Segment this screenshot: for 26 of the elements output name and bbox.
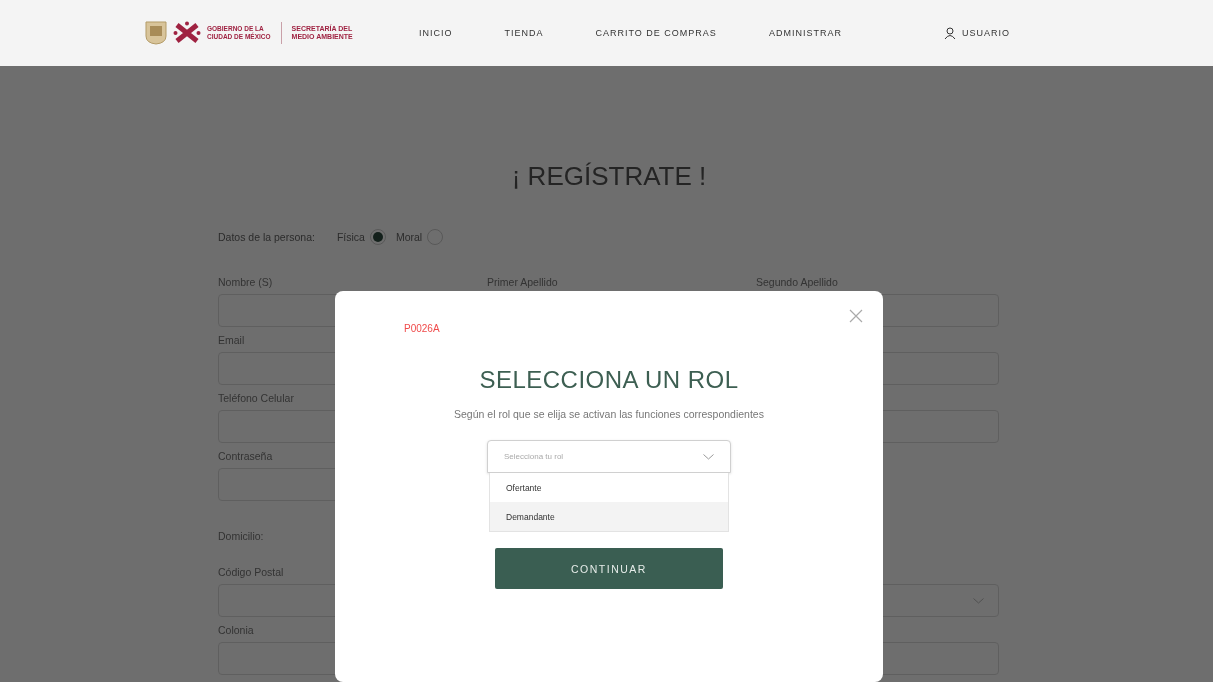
user-icon <box>943 27 956 39</box>
modal-subtitle: Según el rol que se elija se activan las funciones correspondientes <box>454 408 764 420</box>
page-code: P0026A <box>404 323 440 334</box>
section-label: Domicilio: <box>218 530 264 542</box>
field-label: Código Postal <box>218 565 285 579</box>
page-title: ¡ REGÍSTRATE ! <box>510 161 708 191</box>
dropdown-option[interactable]: Demandante <box>490 502 728 531</box>
field-label: Nombre (S) <box>218 275 274 289</box>
nav-link[interactable]: TIENDA <box>504 28 544 38</box>
field-label: Colonia <box>218 623 255 637</box>
chevron-down-icon <box>703 453 714 460</box>
cross-logo-icon <box>173 21 201 45</box>
field-label: Datos de la persona: <box>218 231 315 243</box>
modal-title: SELECCIONA UN ROL <box>479 366 739 394</box>
nav-link[interactable]: ADMINISTRAR <box>768 28 842 38</box>
field-label: Email <box>218 333 246 347</box>
field-label: Segundo Apellido <box>756 275 839 289</box>
user-link[interactable]: USUARIO <box>937 26 1016 40</box>
continue-button[interactable]: CONTINUAR <box>495 548 723 589</box>
chevron-down-icon <box>973 597 984 604</box>
close-button[interactable] <box>849 309 863 323</box>
shield-logo-icon <box>145 21 167 45</box>
field-label: Primer Apellido <box>487 275 559 289</box>
nav-link[interactable]: INICIO <box>419 28 453 38</box>
field-label: Contraseña <box>218 449 274 463</box>
nav-link[interactable]: CARRITO DE COMPRAS <box>595 28 717 38</box>
